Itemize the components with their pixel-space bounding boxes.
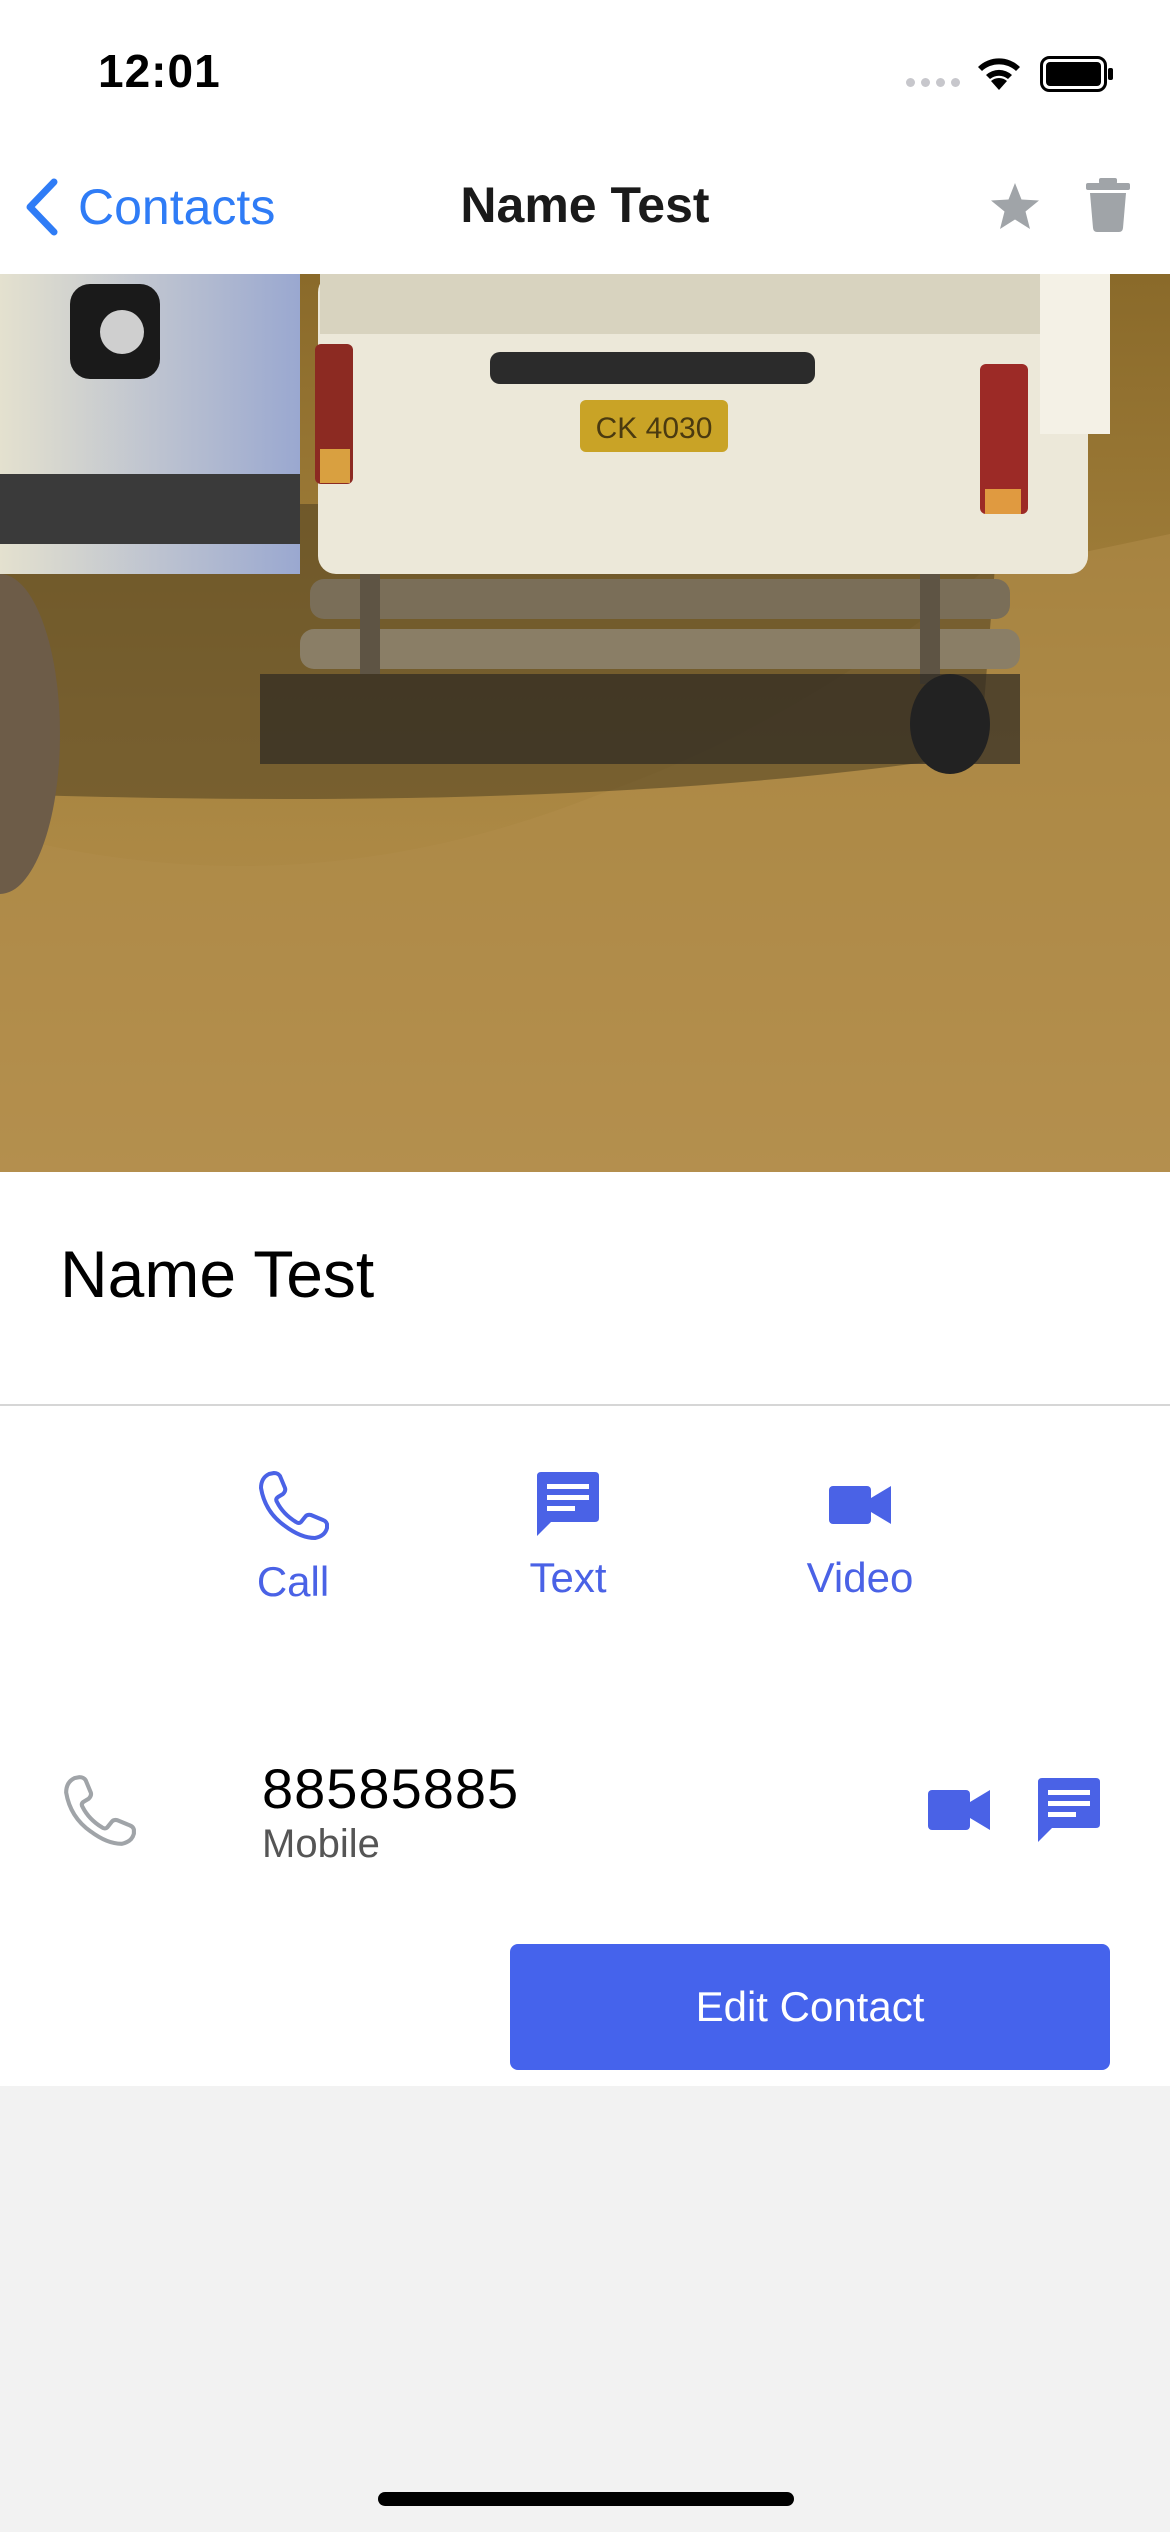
- video-camera-icon[interactable]: [926, 1786, 992, 1834]
- status-time: 12:01: [98, 45, 221, 97]
- cellular-signal-icon: [906, 78, 960, 87]
- battery-icon: [1040, 56, 1113, 92]
- text-label: Text: [529, 1554, 607, 1601]
- message-icon: [537, 1472, 599, 1536]
- call-label: Call: [256, 1558, 330, 1605]
- svg-text:CK 4030: CK 4030: [596, 412, 713, 445]
- message-icon[interactable]: [1034, 1776, 1104, 1846]
- text-button[interactable]: Text: [493, 1470, 643, 1602]
- contact-photo: CK 4030: [0, 274, 1170, 1172]
- edit-contact-button[interactable]: Edit Contact: [510, 1944, 1110, 2070]
- call-button[interactable]: Call: [218, 1468, 368, 1606]
- wifi-icon: [978, 58, 1020, 90]
- phone-type-label: Mobile: [262, 1822, 380, 1866]
- video-button[interactable]: Video: [785, 1470, 935, 1602]
- trash-icon[interactable]: [1086, 178, 1130, 232]
- star-icon[interactable]: [988, 180, 1042, 234]
- video-camera-icon: [829, 1486, 891, 1524]
- home-indicator[interactable]: [378, 2492, 794, 2506]
- phone-icon: [64, 1775, 136, 1846]
- video-label: Video: [806, 1554, 914, 1601]
- contact-name: Name Test: [60, 1237, 375, 1311]
- phone-icon: [259, 1471, 329, 1540]
- phone-number[interactable]: 88585885: [262, 1756, 519, 1821]
